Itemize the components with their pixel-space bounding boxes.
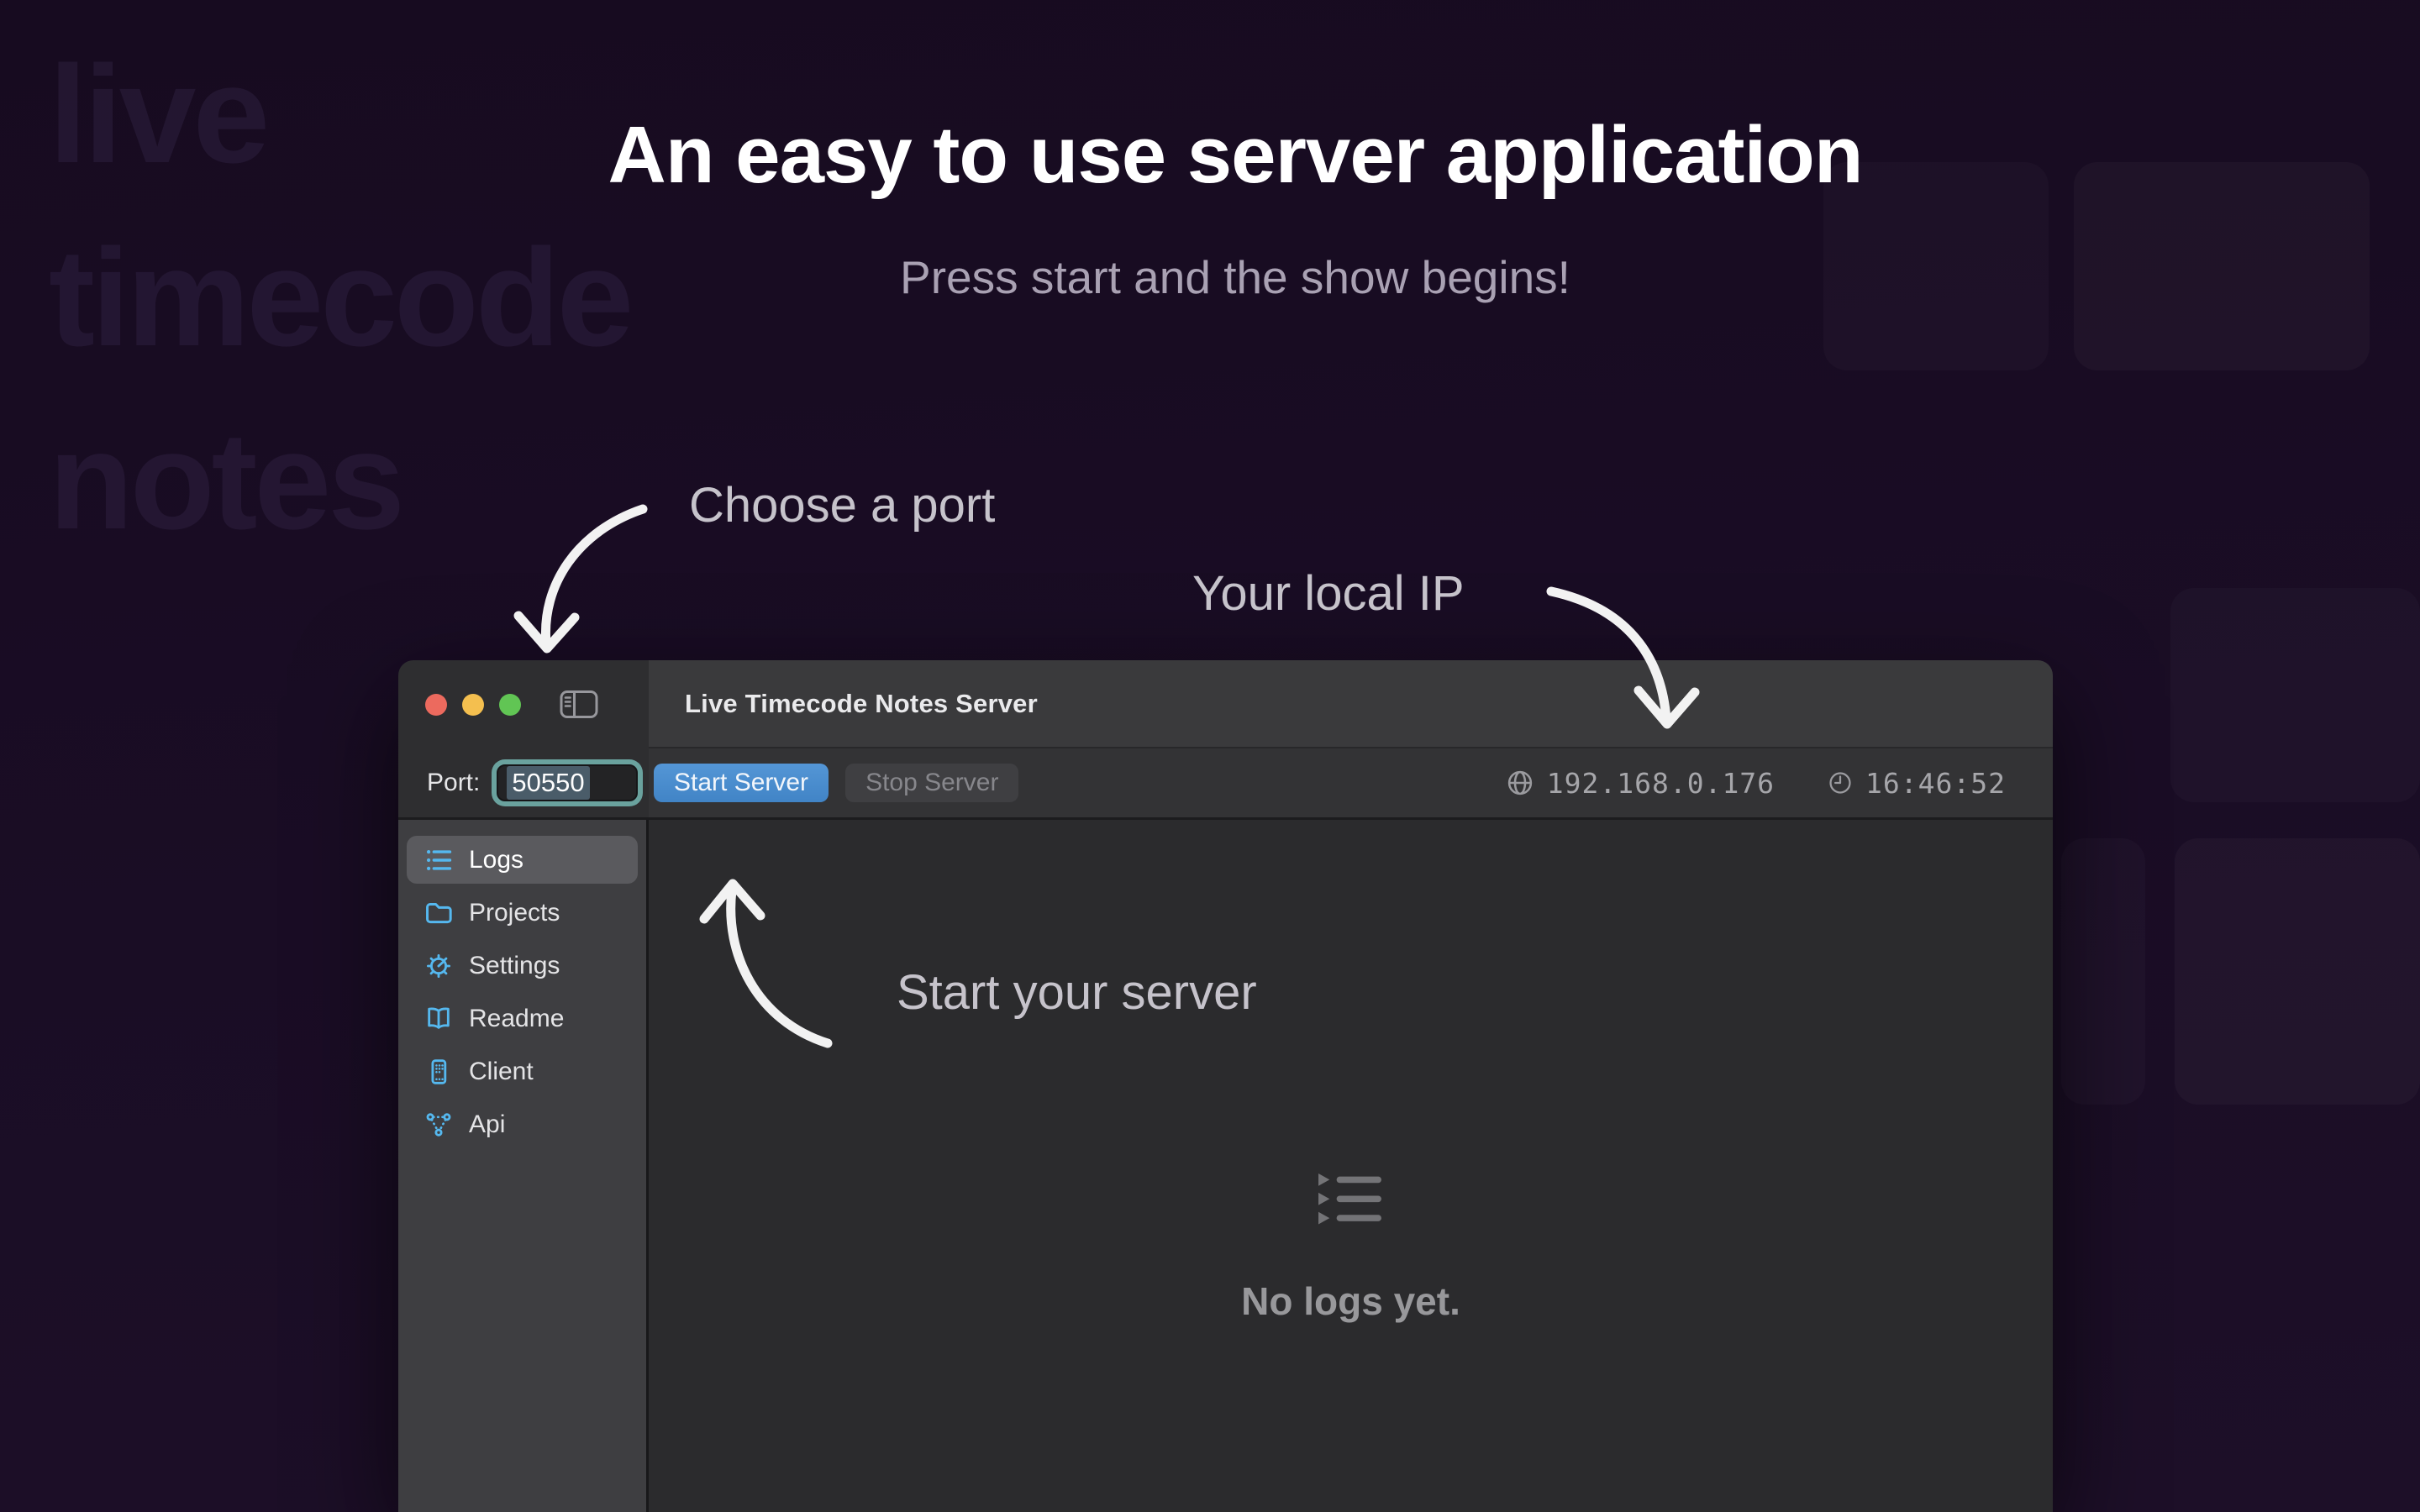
close-button[interactable] bbox=[425, 694, 447, 716]
sidebar-item-label: Client bbox=[469, 1058, 534, 1086]
sidebar-item-api[interactable]: Api bbox=[407, 1100, 638, 1148]
empty-state-title: No logs yet. bbox=[1241, 1278, 1460, 1324]
watermark-line: notes bbox=[49, 390, 630, 573]
decor-card bbox=[2170, 588, 2420, 802]
port-input-focus-ring: 50550 bbox=[492, 759, 643, 806]
background-watermark: live timecode notes bbox=[49, 24, 630, 572]
time-value: 16:46:52 bbox=[1865, 767, 2006, 800]
page-title: An easy to use server application bbox=[608, 109, 1863, 202]
sidebar-item-client[interactable]: Client bbox=[407, 1047, 638, 1095]
sidebar: Logs Projects Settings Readme Client Api bbox=[398, 820, 649, 1512]
titlebar-sidebar-section bbox=[398, 660, 649, 748]
annotation-local-ip: Your local IP bbox=[1192, 565, 1465, 622]
stop-server-button[interactable]: Stop Server bbox=[845, 764, 1018, 802]
traffic-lights bbox=[425, 694, 521, 716]
globe-icon bbox=[1505, 768, 1535, 798]
device-icon bbox=[424, 1057, 454, 1087]
titlebar: Live Timecode Notes Server bbox=[649, 660, 2053, 748]
list-bullet-icon bbox=[424, 845, 454, 875]
sidebar-item-settings[interactable]: Settings bbox=[407, 942, 638, 990]
toolbar: Start Server Stop Server 192.168.0.176 bbox=[649, 748, 2053, 820]
window-title: Live Timecode Notes Server bbox=[685, 689, 1038, 719]
start-server-button[interactable]: Start Server bbox=[654, 764, 829, 802]
clock-readout: 16:46:52 bbox=[1827, 767, 2006, 800]
annotation-start-server: Start your server bbox=[897, 964, 1257, 1021]
local-ip-readout: 192.168.0.176 bbox=[1505, 767, 1775, 800]
sidebar-item-label: Projects bbox=[469, 899, 560, 927]
toolbar-port-section: Port: 50550 bbox=[398, 748, 649, 820]
gear-icon bbox=[424, 951, 454, 981]
book-icon bbox=[424, 1004, 454, 1034]
sidebar-toggle-icon bbox=[560, 690, 598, 719]
annotation-choose-port: Choose a port bbox=[689, 477, 995, 533]
folder-icon bbox=[424, 898, 454, 928]
decor-card bbox=[2061, 838, 2145, 1105]
sidebar-item-label: Readme bbox=[469, 1005, 564, 1033]
sidebar-item-label: Api bbox=[469, 1110, 505, 1139]
port-input[interactable]: 50550 bbox=[497, 764, 638, 801]
app-window: Live Timecode Notes Server Port: 50550 S… bbox=[398, 660, 2053, 1512]
toggle-sidebar-button[interactable] bbox=[560, 690, 598, 719]
port-value-selected-text: 50550 bbox=[507, 766, 589, 800]
ip-address-value: 192.168.0.176 bbox=[1547, 767, 1775, 800]
logs-content-area: No logs yet. bbox=[649, 820, 2053, 1512]
watermark-line: live bbox=[49, 24, 630, 207]
sidebar-item-label: Logs bbox=[469, 846, 523, 874]
decor-card bbox=[2175, 838, 2420, 1105]
port-label: Port: bbox=[427, 769, 480, 797]
sidebar-item-label: Settings bbox=[469, 952, 560, 980]
minimize-button[interactable] bbox=[462, 694, 484, 716]
sidebar-item-logs[interactable]: Logs bbox=[407, 836, 638, 884]
page-subtitle: Press start and the show begins! bbox=[900, 250, 1570, 304]
sidebar-item-readme[interactable]: Readme bbox=[407, 995, 638, 1042]
network-icon bbox=[424, 1110, 454, 1140]
empty-state: No logs yet. bbox=[1241, 1170, 1460, 1324]
page-background: live timecode notes An easy to use serve… bbox=[0, 0, 2420, 1512]
decor-card bbox=[2074, 162, 2370, 370]
watermark-line: timecode bbox=[49, 207, 630, 390]
clock-icon bbox=[1827, 769, 1854, 796]
list-triangle-icon bbox=[1314, 1170, 1387, 1226]
sidebar-item-projects[interactable]: Projects bbox=[407, 889, 638, 937]
zoom-button[interactable] bbox=[499, 694, 521, 716]
